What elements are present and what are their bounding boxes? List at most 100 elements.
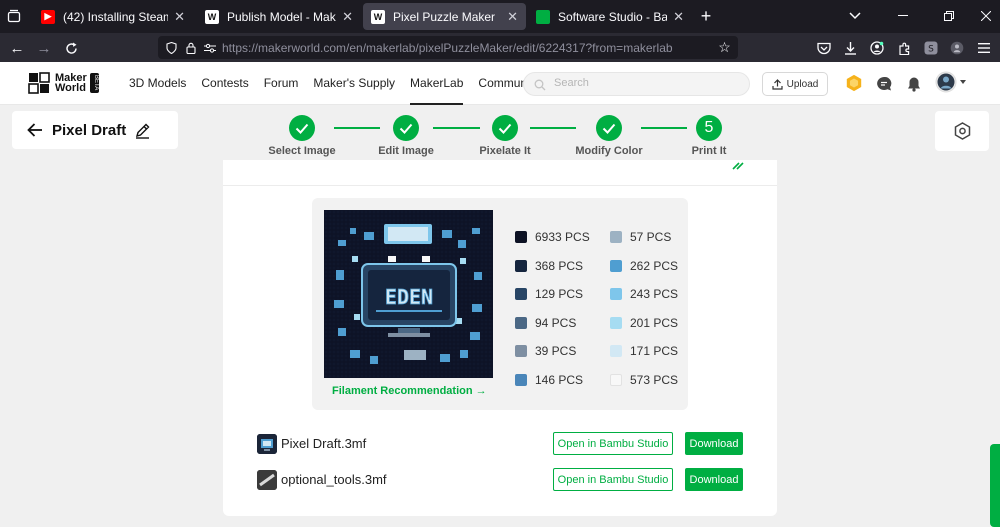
pixel-art-logo-text: EDEN: [385, 285, 433, 309]
nav-makers-supply[interactable]: Maker's Supply: [313, 62, 395, 105]
close-tab-icon[interactable]: ✕: [174, 9, 185, 25]
checkmark-icon: [596, 115, 622, 141]
color-count: 129 PCS: [535, 287, 584, 302]
color-count-row: 94 PCS: [515, 315, 576, 331]
color-count-row: 171 PCS: [610, 343, 678, 359]
site-header: Maker World BETA 3D Models Contests Foru…: [0, 62, 1000, 105]
menu-icon[interactable]: [975, 39, 993, 57]
close-tab-icon[interactable]: ✕: [507, 9, 518, 25]
user-avatar-menu[interactable]: [935, 71, 969, 93]
feedback-side-tab[interactable]: [990, 444, 1000, 527]
bookmark-star-icon[interactable]: ☆: [718, 39, 731, 55]
step-edit-image[interactable]: Edit Image: [361, 115, 451, 157]
search-icon: [534, 78, 546, 96]
extensions-icon[interactable]: [895, 39, 913, 57]
step-select-image[interactable]: Select Image: [257, 115, 347, 157]
file-name: optional_tools.3mf: [281, 472, 387, 487]
project-title: Pixel Draft: [52, 121, 127, 139]
back-arrow-icon[interactable]: ←: [8, 39, 26, 57]
arrow-right-icon: →: [475, 385, 487, 397]
color-swatch: [610, 259, 622, 272]
account-icon[interactable]: [868, 39, 886, 57]
extension-badge-icon[interactable]: S: [922, 39, 940, 57]
filament-recommendation-link[interactable]: Filament Recommendation →: [332, 385, 487, 397]
upload-icon: [772, 78, 783, 90]
browser-tab-software-studio[interactable]: Software Studio - Bambu Lab ✕: [528, 3, 692, 30]
color-count: 171 PCS: [630, 344, 679, 359]
makerworld-logo-mark-icon: [28, 72, 50, 94]
step-pixelate-it[interactable]: Pixelate It: [460, 115, 550, 157]
step-modify-color[interactable]: Modify Color: [564, 115, 654, 157]
new-tab-icon[interactable]: +: [698, 6, 714, 26]
checkmark-icon: [393, 115, 419, 141]
points-hexagon-icon[interactable]: [845, 74, 863, 92]
open-in-bambu-studio-button[interactable]: Open in Bambu Studio: [553, 432, 673, 455]
color-swatch: [515, 316, 527, 329]
close-tab-icon[interactable]: ✕: [342, 9, 353, 25]
browser-tab-pixel-puzzle-maker[interactable]: W Pixel Puzzle Maker ✕: [363, 3, 526, 30]
nav-forum[interactable]: Forum: [264, 62, 299, 105]
search-box[interactable]: [523, 72, 750, 96]
browser-tab-youtube[interactable]: ▶ (42) Installing SteamOS on a Ca ✕: [33, 3, 193, 30]
color-count: 39 PCS: [535, 344, 577, 359]
upload-button[interactable]: Upload: [762, 72, 828, 96]
pocket-icon[interactable]: [815, 39, 833, 57]
svg-text:S: S: [928, 45, 934, 55]
profile-extension-icon[interactable]: [948, 39, 966, 57]
edit-pencil-icon[interactable]: [134, 122, 151, 139]
color-count: 94 PCS: [535, 315, 577, 330]
site-permissions-icon[interactable]: [203, 41, 216, 54]
color-count-row: 201 PCS: [610, 315, 678, 331]
messages-icon[interactable]: [875, 75, 893, 93]
settings-button[interactable]: [935, 111, 989, 151]
color-count: 6933 PCS: [535, 230, 590, 244]
file-row-optional-tools: optional_tools.3mf Open in Bambu Studio …: [257, 468, 743, 492]
color-count: 146 PCS: [535, 373, 584, 387]
reload-icon[interactable]: [62, 39, 80, 57]
makerworld-icon: W: [205, 9, 219, 24]
color-swatch: [515, 374, 527, 386]
tab-overview-icon[interactable]: [6, 8, 22, 24]
nav-3d-models[interactable]: 3D Models: [129, 62, 186, 105]
notifications-bell-icon[interactable]: [905, 75, 923, 93]
color-count: 573 PCS: [630, 373, 679, 387]
checkmark-icon: [492, 115, 518, 141]
minimize-icon[interactable]: [895, 8, 911, 24]
lock-icon[interactable]: [184, 41, 197, 54]
back-arrow-icon[interactable]: [27, 123, 43, 137]
file-thumbnail: [257, 434, 277, 454]
nav-contests[interactable]: Contests: [201, 62, 248, 105]
nav-makerlab[interactable]: MakerLab: [410, 62, 464, 105]
color-count-row: 262 PCS: [610, 258, 678, 274]
project-title-card: Pixel Draft: [12, 111, 178, 149]
step-number: 5: [696, 115, 722, 141]
url-bar[interactable]: https://makerworld.com/en/makerlab/pixel…: [158, 36, 738, 59]
color-swatch: [515, 288, 527, 301]
color-count-row: 6933 PCS: [515, 229, 590, 245]
browser-nav-bar: ← → https://makerworld.com/en/makerlab/p…: [0, 33, 1000, 62]
color-count: 57 PCS: [630, 230, 672, 244]
download-button[interactable]: Download: [685, 432, 743, 455]
print-panel: EDEN Filament Recommendation → 6933 PCS 3…: [223, 160, 777, 516]
makerworld-logo[interactable]: Maker World BETA: [28, 72, 99, 94]
browser-tab-publish-model[interactable]: W Publish Model - MakerWorld ✕: [197, 3, 361, 30]
color-swatch: [610, 316, 622, 329]
forward-arrow-icon[interactable]: →: [35, 39, 53, 57]
close-window-icon[interactable]: [978, 8, 994, 24]
color-swatch: [515, 345, 527, 358]
shield-icon[interactable]: [165, 41, 178, 54]
close-tab-icon[interactable]: ✕: [673, 9, 684, 25]
downloads-icon[interactable]: [841, 39, 859, 57]
checkmark-icon: [289, 115, 315, 141]
step-print-it[interactable]: 5 Print It: [664, 115, 754, 157]
url-text[interactable]: https://makerworld.com/en/makerlab/pixel…: [222, 41, 673, 55]
restore-icon[interactable]: [941, 8, 957, 24]
collapse-arrows-icon[interactable]: [731, 158, 745, 176]
list-tabs-chevron-icon[interactable]: [847, 8, 863, 24]
color-count-row: 243 PCS: [610, 286, 678, 302]
makerworld-icon: W: [371, 9, 385, 24]
search-input[interactable]: [554, 77, 734, 89]
download-button[interactable]: Download: [685, 468, 743, 491]
open-in-bambu-studio-button[interactable]: Open in Bambu Studio: [553, 468, 673, 491]
color-count: 201 PCS: [630, 315, 679, 330]
